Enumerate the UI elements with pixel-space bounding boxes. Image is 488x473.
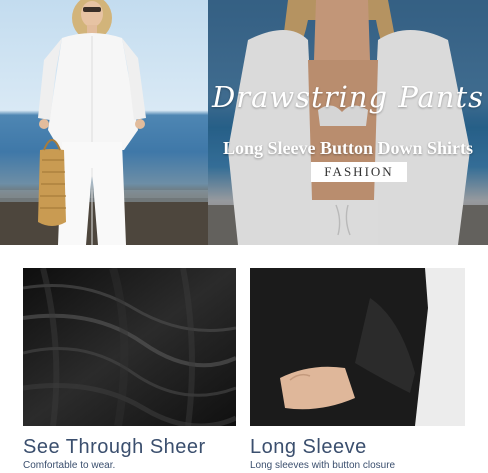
long-sleeve-photo [250,268,465,426]
product-banner: Drawstring Pants Long Sleeve Button Down… [0,0,488,245]
model-photo-full [0,0,208,245]
sheer-fabric-illustration [23,268,236,426]
fashion-badge: FASHION [311,162,407,182]
sheer-fabric-photo [23,268,236,426]
banner-title: Long Sleeve Button Down Shirts [222,138,474,158]
model-illustration [0,0,208,245]
banner-script-title: Drawstring Pants [211,80,485,114]
feature-subtitle-sheer: Comfortable to wear. [23,460,116,471]
feature-subtitle-sleeve: Long sleeves with button closure [250,460,396,471]
feature-title-sheer: See Through Sheer [23,436,206,458]
feature-title-sleeve: Long Sleeve [250,436,367,458]
model-photo-closeup: Drawstring Pants Long Sleeve Button Down… [208,0,488,245]
long-sleeve-illustration [250,268,465,426]
